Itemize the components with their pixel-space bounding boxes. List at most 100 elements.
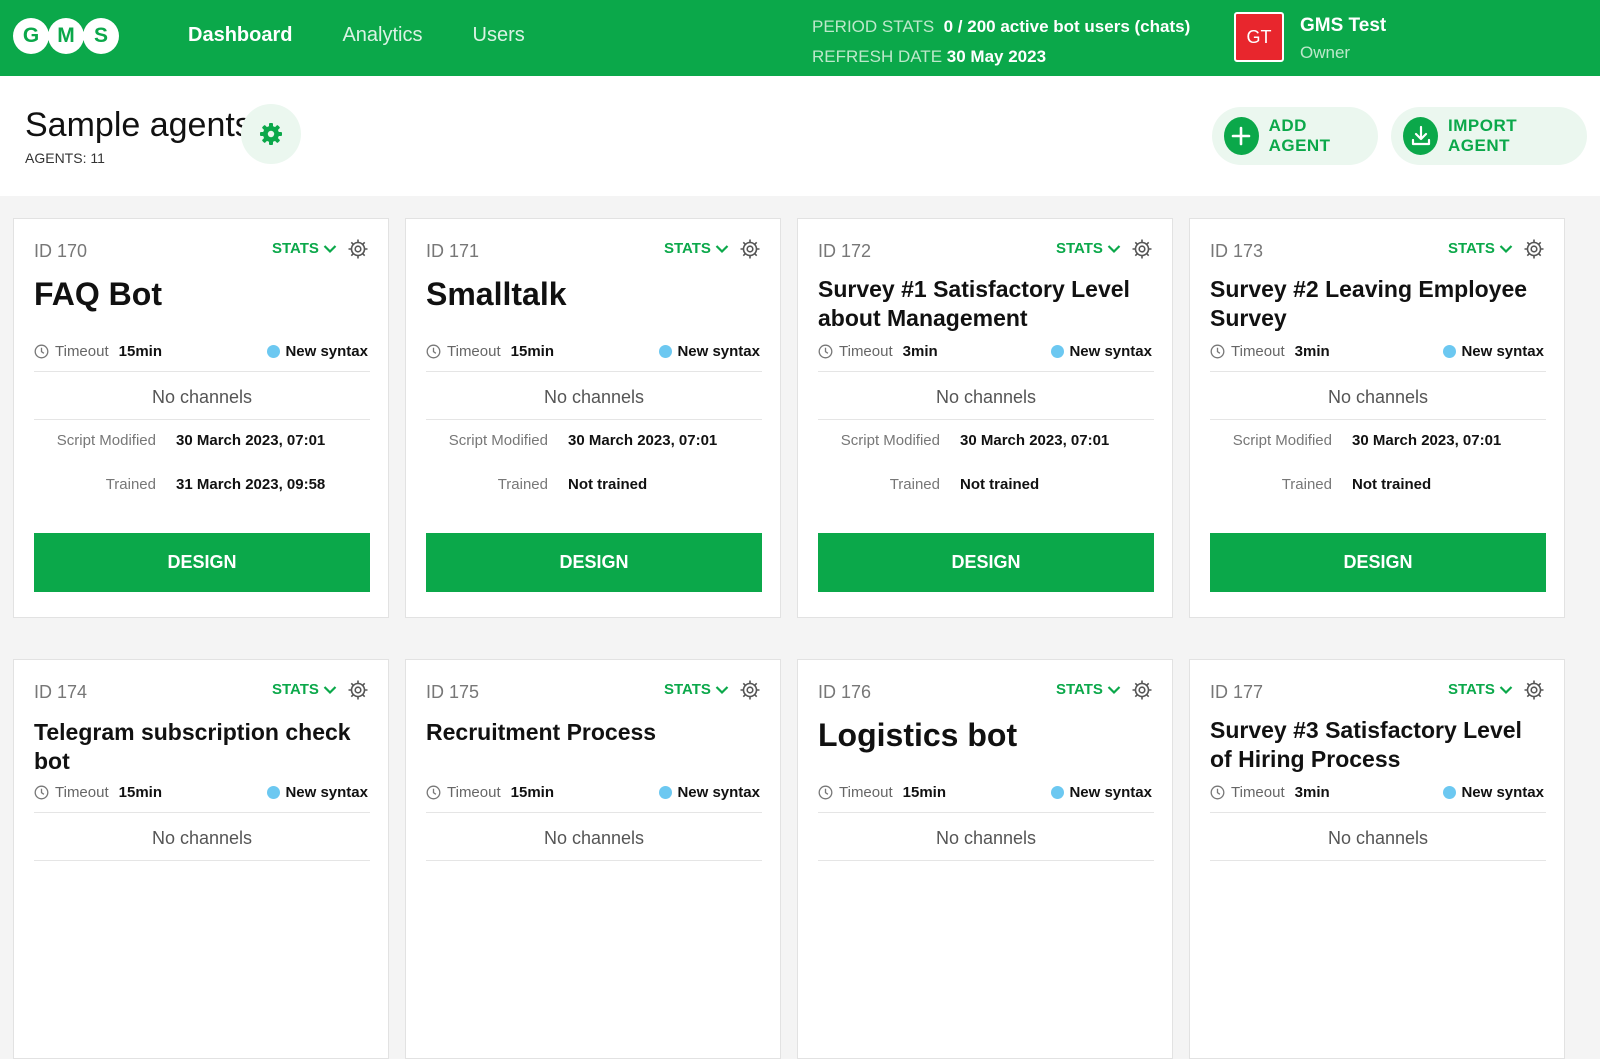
- logo-letter-g: G: [13, 18, 49, 54]
- stats-label: STATS: [272, 240, 319, 257]
- logo-letter-m: M: [48, 18, 84, 54]
- syntax-dot-icon: [1443, 786, 1457, 799]
- gear-icon[interactable]: [1523, 679, 1545, 701]
- stats-label: STATS: [1448, 681, 1495, 698]
- timeout-info: Timeout 3min: [818, 343, 938, 360]
- channels-info: No channels: [543, 387, 645, 407]
- trained-value: 31 March 2023, 09:58: [176, 476, 326, 493]
- agent-title: Telegram subscription check bot: [34, 719, 351, 774]
- agent-title: Logistics bot: [818, 717, 1018, 753]
- page-title: Sample agents: [25, 106, 252, 144]
- period-stats-label: PERIOD STATS: [812, 17, 935, 36]
- stats-label: STATS: [664, 681, 711, 698]
- clock-icon: [1210, 344, 1225, 359]
- chevron-down-icon: [1107, 244, 1121, 253]
- stats-label: STATS: [1448, 240, 1495, 257]
- stats-label: STATS: [1056, 681, 1103, 698]
- syntax-badge: New syntax: [1443, 784, 1544, 801]
- agent-card-177: ID 177 STATS Survey #3 Satisfactory Leve…: [1189, 659, 1565, 1059]
- script-modified-value: 30 March 2023, 07:01: [1352, 432, 1502, 449]
- script-modified-value: 30 March 2023, 07:01: [960, 432, 1110, 449]
- divider: [1210, 419, 1546, 420]
- stats-dropdown[interactable]: STATS: [664, 240, 729, 257]
- nav-dashboard[interactable]: Dashboard: [188, 24, 292, 47]
- chevron-down-icon: [323, 244, 337, 253]
- agent-id: ID 173: [1210, 241, 1264, 261]
- gear-icon[interactable]: [347, 679, 369, 701]
- gear-icon[interactable]: [1131, 238, 1153, 260]
- design-button[interactable]: DESIGN: [1210, 533, 1546, 592]
- agent-card-170: ID 170 STATS FAQ Bot Timeout 15min New s…: [13, 218, 389, 618]
- gear-icon[interactable]: [347, 238, 369, 260]
- chevron-down-icon: [1107, 685, 1121, 694]
- add-agent-button[interactable]: ADD AGENT: [1212, 107, 1378, 165]
- user-info[interactable]: GMS Test Owner: [1300, 12, 1386, 66]
- agent-title: Smalltalk: [426, 276, 567, 312]
- syntax-dot-icon: [659, 345, 673, 358]
- syntax-badge: New syntax: [267, 784, 368, 801]
- project-settings-button[interactable]: [241, 104, 301, 164]
- stats-dropdown[interactable]: STATS: [1056, 681, 1121, 698]
- nav-analytics[interactable]: Analytics: [342, 24, 422, 47]
- stats-label: STATS: [664, 240, 711, 257]
- agent-card-174: ID 174 STATS Telegram subscription check…: [13, 659, 389, 1059]
- syntax-label: New syntax: [1461, 784, 1544, 801]
- timeout-label: Timeout: [1231, 343, 1285, 360]
- syntax-label: New syntax: [677, 784, 760, 801]
- agent-title: Survey #2 Leaving Employee Survey: [1210, 276, 1528, 331]
- stats-dropdown[interactable]: STATS: [664, 681, 729, 698]
- agent-card-173: ID 173 STATS Survey #2 Leaving Employee …: [1189, 218, 1565, 618]
- gear-icon: [260, 123, 282, 145]
- agent-card-175: ID 175 STATS Recruitment Process Timeout…: [405, 659, 781, 1059]
- design-button[interactable]: DESIGN: [818, 533, 1154, 592]
- page-header: Sample agents AGENTS: 11 ADD AGENT IMPOR…: [0, 76, 1600, 196]
- import-agent-label: IMPORT AGENT: [1448, 116, 1518, 155]
- agent-id: ID 176: [818, 682, 872, 702]
- agent-id: ID 170: [34, 241, 88, 261]
- design-button[interactable]: DESIGN: [426, 533, 762, 592]
- nav-users[interactable]: Users: [473, 24, 525, 47]
- chevron-down-icon: [715, 685, 729, 694]
- divider: [818, 371, 1154, 372]
- channels-info: No channels: [1327, 387, 1429, 407]
- agent-title: FAQ Bot: [34, 276, 162, 312]
- syntax-dot-icon: [1051, 345, 1065, 358]
- chevron-down-icon: [1499, 685, 1513, 694]
- divider: [426, 812, 762, 813]
- channels-info: No channels: [151, 387, 253, 407]
- import-agent-button[interactable]: IMPORT AGENT: [1391, 107, 1587, 165]
- channels-info: No channels: [151, 828, 253, 848]
- syntax-label: New syntax: [1461, 343, 1544, 360]
- divider: [818, 419, 1154, 420]
- channels-info: No channels: [1327, 828, 1429, 848]
- period-stats: PERIOD STATS 0 / 200 active bot users (c…: [812, 12, 1190, 72]
- gear-icon[interactable]: [1131, 679, 1153, 701]
- design-button[interactable]: DESIGN: [34, 533, 370, 592]
- gear-icon[interactable]: [1523, 238, 1545, 260]
- stats-dropdown[interactable]: STATS: [272, 240, 337, 257]
- stats-dropdown[interactable]: STATS: [1448, 240, 1513, 257]
- trained-value: Not trained: [568, 476, 648, 493]
- chevron-down-icon: [323, 685, 337, 694]
- script-modified-label: Script Modified: [1232, 432, 1332, 449]
- avatar[interactable]: GT: [1234, 12, 1284, 62]
- divider: [34, 371, 370, 372]
- timeout-info: Timeout 15min: [426, 784, 554, 801]
- timeout-label: Timeout: [839, 784, 893, 801]
- syntax-badge: New syntax: [267, 343, 368, 360]
- gear-icon[interactable]: [739, 679, 761, 701]
- refresh-date-value: 30 May 2023: [946, 47, 1047, 66]
- timeout-label: Timeout: [447, 343, 501, 360]
- stats-dropdown[interactable]: STATS: [1056, 240, 1121, 257]
- syntax-badge: New syntax: [659, 784, 760, 801]
- user-name: GMS Test: [1300, 15, 1387, 36]
- gms-logo[interactable]: G M S: [13, 18, 119, 54]
- syntax-label: New syntax: [285, 343, 368, 360]
- stats-dropdown[interactable]: STATS: [272, 681, 337, 698]
- logo-letter-s: S: [83, 18, 119, 54]
- stats-dropdown[interactable]: STATS: [1448, 681, 1513, 698]
- divider: [34, 419, 370, 420]
- top-bar: G M S Dashboard Analytics Users PERIOD S…: [0, 0, 1600, 76]
- gear-icon[interactable]: [739, 238, 761, 260]
- syntax-badge: New syntax: [659, 343, 760, 360]
